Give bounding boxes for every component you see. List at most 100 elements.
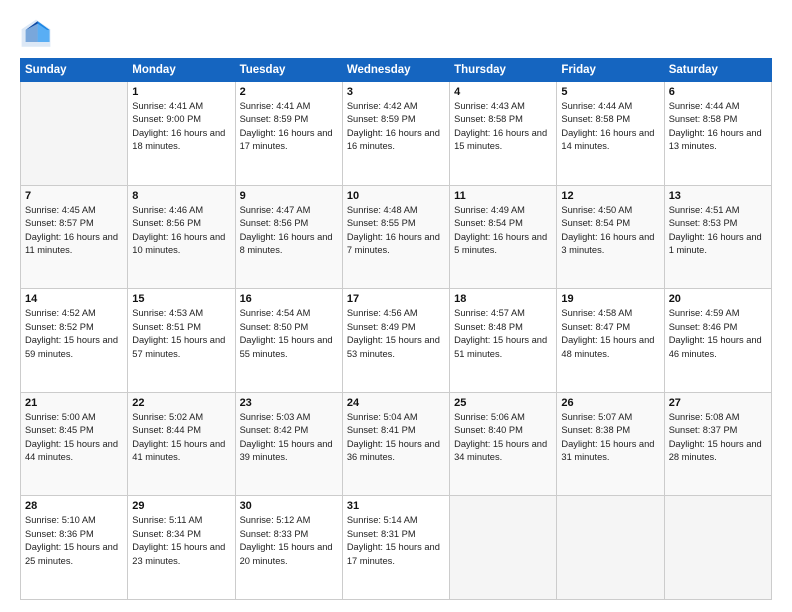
calendar-cell: 25 Sunrise: 5:06 AM Sunset: 8:40 PM Dayli… [450,392,557,496]
calendar-cell: 1Sunrise: 4:41 AM Sunset: 9:00 PM Daylig… [128,82,235,186]
day-info: Sunrise: 4:50 AM Sunset: 8:54 PM Dayligh… [561,204,659,258]
calendar-cell: 19 Sunrise: 4:58 AM Sunset: 8:47 PM Dayli… [557,289,664,393]
calendar-cell [557,496,664,600]
calendar-cell: 28 Sunrise: 5:10 AM Sunset: 8:36 PM Dayli… [21,496,128,600]
day-info: Sunrise: 4:52 AM Sunset: 8:52 PM Dayligh… [25,307,123,361]
day-number: 31 [347,500,445,512]
calendar-cell: 2Sunrise: 4:41 AM Sunset: 8:59 PM Daylig… [235,82,342,186]
calendar-cell [450,496,557,600]
day-number: 16 [240,293,338,305]
day-number: 8 [132,190,230,202]
calendar-cell: 26 Sunrise: 5:07 AM Sunset: 8:38 PM Dayli… [557,392,664,496]
calendar-cell: 27 Sunrise: 5:08 AM Sunset: 8:37 PM Dayli… [664,392,771,496]
day-info: Sunrise: 4:47 AM Sunset: 8:56 PM Dayligh… [240,204,338,258]
day-number: 2 [240,86,338,98]
calendar-cell: 14 Sunrise: 4:52 AM Sunset: 8:52 PM Dayli… [21,289,128,393]
day-info: Sunrise: 5:04 AM Sunset: 8:41 PM Dayligh… [347,411,445,465]
weekday-header: Friday [557,59,664,82]
day-number: 30 [240,500,338,512]
calendar-cell: 10 Sunrise: 4:48 AM Sunset: 8:55 PM Dayli… [342,185,449,289]
calendar-cell: 5 Sunrise: 4:44 AM Sunset: 8:58 PM Daylig… [557,82,664,186]
header [20,18,772,50]
day-info: Sunrise: 4:51 AM Sunset: 8:53 PM Dayligh… [669,204,767,258]
calendar-week-row: 14 Sunrise: 4:52 AM Sunset: 8:52 PM Dayli… [21,289,772,393]
day-number: 28 [25,500,123,512]
day-info: Sunrise: 4:57 AM Sunset: 8:48 PM Dayligh… [454,307,552,361]
day-info: Sunrise: 4:49 AM Sunset: 8:54 PM Dayligh… [454,204,552,258]
day-number: 1 [132,86,230,98]
day-number: 29 [132,500,230,512]
calendar-cell: 11 Sunrise: 4:49 AM Sunset: 8:54 PM Dayli… [450,185,557,289]
day-number: 6 [669,86,767,98]
calendar-cell: 9 Sunrise: 4:47 AM Sunset: 8:56 PM Daylig… [235,185,342,289]
day-number: 14 [25,293,123,305]
day-number: 9 [240,190,338,202]
day-number: 18 [454,293,552,305]
day-number: 11 [454,190,552,202]
calendar-cell: 23 Sunrise: 5:03 AM Sunset: 8:42 PM Dayli… [235,392,342,496]
calendar-cell: 8 Sunrise: 4:46 AM Sunset: 8:56 PM Daylig… [128,185,235,289]
page: SundayMondayTuesdayWednesdayThursdayFrid… [0,0,792,612]
calendar-cell: 3 Sunrise: 4:42 AM Sunset: 8:59 PM Daylig… [342,82,449,186]
day-info: Sunrise: 4:42 AM Sunset: 8:59 PM Dayligh… [347,100,445,154]
calendar-cell: 12 Sunrise: 4:50 AM Sunset: 8:54 PM Dayli… [557,185,664,289]
calendar-cell: 7 Sunrise: 4:45 AM Sunset: 8:57 PM Daylig… [21,185,128,289]
calendar-cell [664,496,771,600]
day-number: 3 [347,86,445,98]
day-number: 17 [347,293,445,305]
day-info: Sunrise: 4:43 AM Sunset: 8:58 PM Dayligh… [454,100,552,154]
day-info: Sunrise: 5:07 AM Sunset: 8:38 PM Dayligh… [561,411,659,465]
calendar-cell: 15Sunrise: 4:53 AM Sunset: 8:51 PM Dayli… [128,289,235,393]
day-info: Sunrise: 5:00 AM Sunset: 8:45 PM Dayligh… [25,411,123,465]
day-number: 24 [347,397,445,409]
weekday-header: Wednesday [342,59,449,82]
day-info: Sunrise: 5:06 AM Sunset: 8:40 PM Dayligh… [454,411,552,465]
calendar-cell: 18 Sunrise: 4:57 AM Sunset: 8:48 PM Dayli… [450,289,557,393]
day-number: 10 [347,190,445,202]
weekday-header-row: SundayMondayTuesdayWednesdayThursdayFrid… [21,59,772,82]
day-number: 21 [25,397,123,409]
calendar-cell: 29Sunrise: 5:11 AM Sunset: 8:34 PM Dayli… [128,496,235,600]
day-info: Sunrise: 5:08 AM Sunset: 8:37 PM Dayligh… [669,411,767,465]
day-number: 5 [561,86,659,98]
calendar-cell: 24 Sunrise: 5:04 AM Sunset: 8:41 PM Dayli… [342,392,449,496]
day-number: 26 [561,397,659,409]
day-info: Sunrise: 5:14 AM Sunset: 8:31 PM Dayligh… [347,514,445,568]
day-info: Sunrise: 5:03 AM Sunset: 8:42 PM Dayligh… [240,411,338,465]
calendar-cell: 4 Sunrise: 4:43 AM Sunset: 8:58 PM Daylig… [450,82,557,186]
calendar-cell: 31 Sunrise: 5:14 AM Sunset: 8:31 PM Dayli… [342,496,449,600]
weekday-header: Thursday [450,59,557,82]
day-number: 19 [561,293,659,305]
day-info: Sunrise: 4:56 AM Sunset: 8:49 PM Dayligh… [347,307,445,361]
day-info: Sunrise: 5:10 AM Sunset: 8:36 PM Dayligh… [25,514,123,568]
calendar-cell: 20Sunrise: 4:59 AM Sunset: 8:46 PM Dayli… [664,289,771,393]
weekday-header: Monday [128,59,235,82]
day-number: 23 [240,397,338,409]
day-number: 4 [454,86,552,98]
day-info: Sunrise: 4:45 AM Sunset: 8:57 PM Dayligh… [25,204,123,258]
calendar-cell: 30 Sunrise: 5:12 AM Sunset: 8:33 PM Dayli… [235,496,342,600]
weekday-header: Saturday [664,59,771,82]
day-info: Sunrise: 4:46 AM Sunset: 8:56 PM Dayligh… [132,204,230,258]
day-info: Sunrise: 5:12 AM Sunset: 8:33 PM Dayligh… [240,514,338,568]
calendar-week-row: 21 Sunrise: 5:00 AM Sunset: 8:45 PM Dayli… [21,392,772,496]
day-info: Sunrise: 4:59 AM Sunset: 8:46 PM Dayligh… [669,307,767,361]
day-info: Sunrise: 4:44 AM Sunset: 8:58 PM Dayligh… [561,100,659,154]
day-info: Sunrise: 4:44 AM Sunset: 8:58 PM Dayligh… [669,100,767,154]
day-number: 25 [454,397,552,409]
day-info: Sunrise: 5:02 AM Sunset: 8:44 PM Dayligh… [132,411,230,465]
day-info: Sunrise: 4:48 AM Sunset: 8:55 PM Dayligh… [347,204,445,258]
calendar-table: SundayMondayTuesdayWednesdayThursdayFrid… [20,58,772,600]
day-number: 7 [25,190,123,202]
day-number: 12 [561,190,659,202]
calendar-cell [21,82,128,186]
day-info: Sunrise: 4:58 AM Sunset: 8:47 PM Dayligh… [561,307,659,361]
calendar-cell: 6 Sunrise: 4:44 AM Sunset: 8:58 PM Daylig… [664,82,771,186]
day-number: 27 [669,397,767,409]
day-number: 13 [669,190,767,202]
calendar-cell: 21 Sunrise: 5:00 AM Sunset: 8:45 PM Dayli… [21,392,128,496]
calendar-week-row: 1Sunrise: 4:41 AM Sunset: 9:00 PM Daylig… [21,82,772,186]
logo [20,18,56,50]
calendar-cell: 22Sunrise: 5:02 AM Sunset: 8:44 PM Dayli… [128,392,235,496]
calendar-week-row: 7 Sunrise: 4:45 AM Sunset: 8:57 PM Daylig… [21,185,772,289]
